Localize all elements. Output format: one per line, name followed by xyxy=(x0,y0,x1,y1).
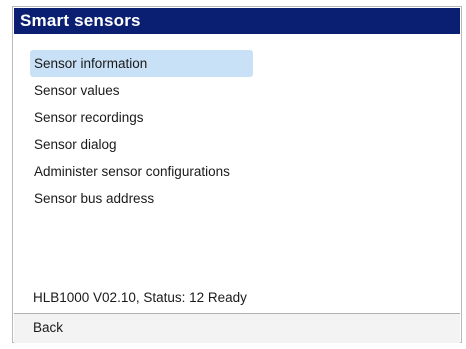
menu-item-sensor-values[interactable]: Sensor values xyxy=(30,77,450,104)
back-button[interactable]: Back xyxy=(33,320,63,336)
bottom-bar: Back xyxy=(14,313,460,343)
smart-sensors-panel: Smart sensors Sensor information Sensor … xyxy=(12,6,462,343)
menu-item-administer-sensor-configurations[interactable]: Administer sensor configurations xyxy=(30,158,450,185)
menu-item-sensor-recordings[interactable]: Sensor recordings xyxy=(30,104,450,131)
menu-item-sensor-dialog[interactable]: Sensor dialog xyxy=(30,131,450,158)
menu-item-sensor-bus-address[interactable]: Sensor bus address xyxy=(30,185,450,212)
sensor-menu: Sensor information Sensor values Sensor … xyxy=(30,50,450,212)
menu-item-sensor-information[interactable]: Sensor information xyxy=(30,50,253,77)
status-line: HLB1000 V02.10, Status: 12 Ready xyxy=(33,290,247,305)
title-bar: Smart sensors xyxy=(14,8,460,34)
page-title: Smart sensors xyxy=(20,11,141,30)
